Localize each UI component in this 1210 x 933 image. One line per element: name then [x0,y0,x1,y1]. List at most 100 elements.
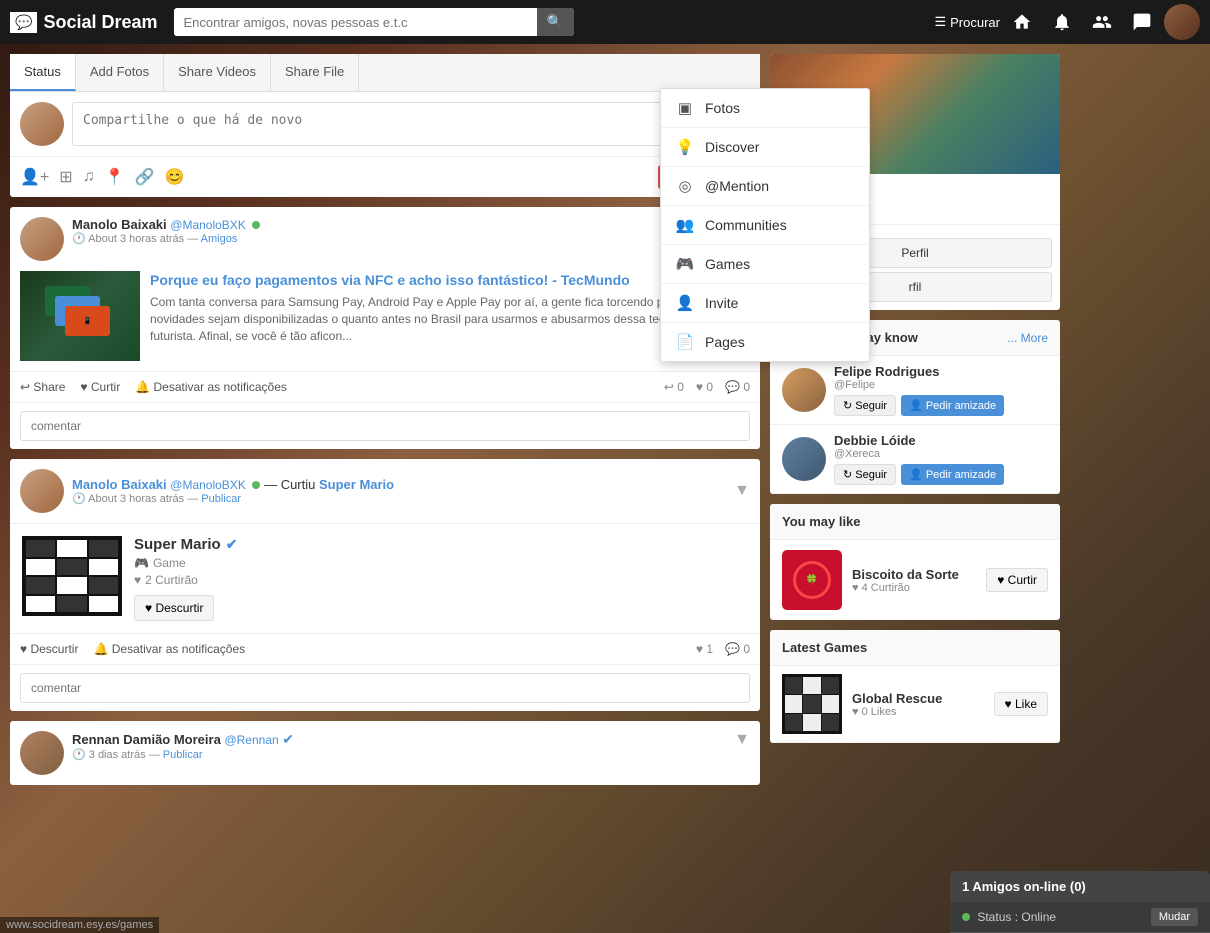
person-avatar-1 [782,368,826,412]
tab-share-videos[interactable]: Share Videos [164,54,271,91]
notifications-button[interactable] [1044,4,1080,40]
game-title-2[interactable]: Super Mario [134,536,221,553]
notify-action-2[interactable]: 🔔 Desativar as notificações [93,642,245,656]
descurtir-action-2[interactable]: ♥ Descurtir [20,642,78,656]
link-icon[interactable]: 🔗 [135,167,155,187]
notify-action-1[interactable]: 🔔 Desativar as notificações [135,380,287,394]
post-like-stat-1: ♥ 0 [696,380,713,394]
post-card-3: Rennan Damião Moreira @Rennan ✔ 🕐 3 dias… [10,721,760,785]
emoji-icon[interactable]: 😊 [165,167,185,187]
you-may-like-widget: You may like 🍀 Biscoito da Sorte ♥ 4 Cur… [770,504,1060,620]
person-actions-2: ↻ Seguir 👤 Pedir amizade [834,464,1048,485]
comment-input-2[interactable] [20,673,750,703]
dropdown-item-pages[interactable]: 📄 Pages [661,323,869,361]
messages-button[interactable] [1124,4,1160,40]
post-author-name-1[interactable]: Manolo Baixaki [72,217,167,232]
home-icon [1012,12,1032,32]
grid-icon[interactable]: ⊞ [59,167,72,187]
activity-link-2[interactable]: Publicar [201,493,241,505]
like-info-1: Biscoito da Sorte ♥ 4 Curtirão [852,567,959,594]
procurar-button[interactable]: ☰ Procurar [934,14,1000,30]
tab-status[interactable]: Status [10,54,76,91]
comment-box-2 [10,664,760,711]
dropdown-item-fotos[interactable]: ▣ Fotos [661,89,869,128]
game-likes-text: 0 Likes [862,706,897,718]
gwc9 [822,714,839,731]
chat-status: Status : Online Mudar [950,902,1210,933]
tab-share-file[interactable]: Share File [271,54,359,91]
people-button[interactable] [1084,4,1120,40]
dropdown-item-communities[interactable]: 👥 Communities [661,206,869,245]
activity-author-2[interactable]: Manolo Baixaki [72,477,167,492]
nfc-cards-stack: NFC 💳 📱 [45,286,115,346]
dropdown-item-invite[interactable]: 👤 Invite [661,284,869,323]
logo[interactable]: 💬 Social Dream [10,12,158,33]
games-icon: 🎮 [675,255,695,273]
post-chevron-3[interactable]: ▼ [734,731,750,749]
post-handle-3[interactable]: @Rennan [224,733,278,747]
share-action-1[interactable]: ↩ Share [20,380,65,394]
game-likes-count-2: 2 Curtirão [145,573,198,587]
post-link-3[interactable]: Publicar [163,749,203,761]
post-actions-1: ↩ Share ♥ Curtir 🔔 Desativar as notifica… [10,371,760,402]
post-composer: Status Add Fotos Share Videos Share File… [10,54,760,197]
gc6 [89,559,118,576]
music-icon[interactable]: ♫ [83,168,95,186]
person-handle-1: @Felipe [834,379,1048,391]
game-thumbnail-2 [22,536,122,616]
activity-chevron-2[interactable]: ▼ [734,482,750,500]
people-more-link[interactable]: ... More [1007,331,1048,345]
gwc1 [785,677,802,694]
post-handle-1[interactable]: @ManoloBXK [170,218,246,232]
friend-button-1[interactable]: 👤 Pedir amizade [901,395,1004,416]
game-heart-icon: ♥ [852,706,859,718]
tab-add-fotos[interactable]: Add Fotos [76,54,164,91]
procurar-label: Procurar [950,15,1000,30]
activity-handle-2[interactable]: @ManoloBXK [170,478,246,492]
game-like-button-1[interactable]: ♥ Like [994,692,1048,716]
latest-games-header: Latest Games [770,630,1060,666]
activity-header-2: Manolo Baixaki @ManoloBXK — Curtiu Super… [10,459,760,524]
user-avatar-header[interactable] [1164,4,1200,40]
game-info-2: Super Mario ✔ 🎮 Game ♥ 2 Curtirão ♥ Desc… [134,536,748,621]
post-stats-1: ↩ 0 ♥ 0 💬 0 [664,380,750,394]
fotos-icon: ▣ [675,99,695,117]
post-link-1[interactable]: Amigos [201,233,238,245]
search-input[interactable] [174,9,537,36]
dropdown-item-games[interactable]: 🎮 Games [661,245,869,284]
main-container: Status Add Fotos Share Videos Share File… [0,44,1210,795]
post-reply-stat-1: ↩ 0 [664,380,684,394]
home-button[interactable] [1004,4,1040,40]
curtir-button[interactable]: ♥ Curtir [986,568,1048,592]
location-icon[interactable]: 📍 [105,167,125,187]
descurtir-button[interactable]: ♥ Descurtir [134,595,214,621]
person-actions-1: ↻ Seguir 👤 Pedir amizade [834,395,1048,416]
activity-actions-2: ♥ Descurtir 🔔 Desativar as notificações … [10,633,760,664]
like-action-1[interactable]: ♥ Curtir [80,380,120,394]
follow-button-2[interactable]: ↻ Seguir [834,464,896,485]
latest-games-title: Latest Games [782,640,867,655]
activity-text-2: Manolo Baixaki @ManoloBXK — Curtiu Super… [72,477,726,505]
communities-icon: 👥 [675,216,695,234]
post-input[interactable] [72,102,750,146]
dropdown-item-discover[interactable]: 💡 Discover [661,128,869,167]
change-status-button[interactable]: Mudar [1151,908,1198,926]
post-comment-stat-1: 💬 0 [725,380,750,394]
post-time-text-3: 3 dias atrás — [89,749,163,761]
friend-button-2[interactable]: 👤 Pedir amizade [901,464,1004,485]
invite-label: Invite [705,295,738,311]
search-button[interactable]: 🔍 [537,8,574,36]
follow-button-1[interactable]: ↻ Seguir [834,395,896,416]
add-friend-icon[interactable]: 👤+ [20,167,49,187]
dropdown-item-mention[interactable]: ◎ @Mention [661,167,869,206]
gwc3 [822,677,839,694]
clock-icon-1: 🕐 [72,233,86,245]
comment-input-1[interactable] [20,411,750,441]
post-header-1: Manolo Baixaki @ManoloBXK 🕐 About 3 hora… [10,207,760,271]
post-author-name-3[interactable]: Rennan Damião Moreira [72,732,221,747]
dropdown-menu: ▣ Fotos 💡 Discover ◎ @Mention 👥 Communit… [660,88,870,362]
activity-target-2[interactable]: Super Mario [319,477,394,492]
post-time-3: 🕐 3 dias atrás — Publicar [72,748,726,761]
game-card-2: Super Mario ✔ 🎮 Game ♥ 2 Curtirão ♥ Desc… [10,524,760,633]
gc7 [26,577,55,594]
